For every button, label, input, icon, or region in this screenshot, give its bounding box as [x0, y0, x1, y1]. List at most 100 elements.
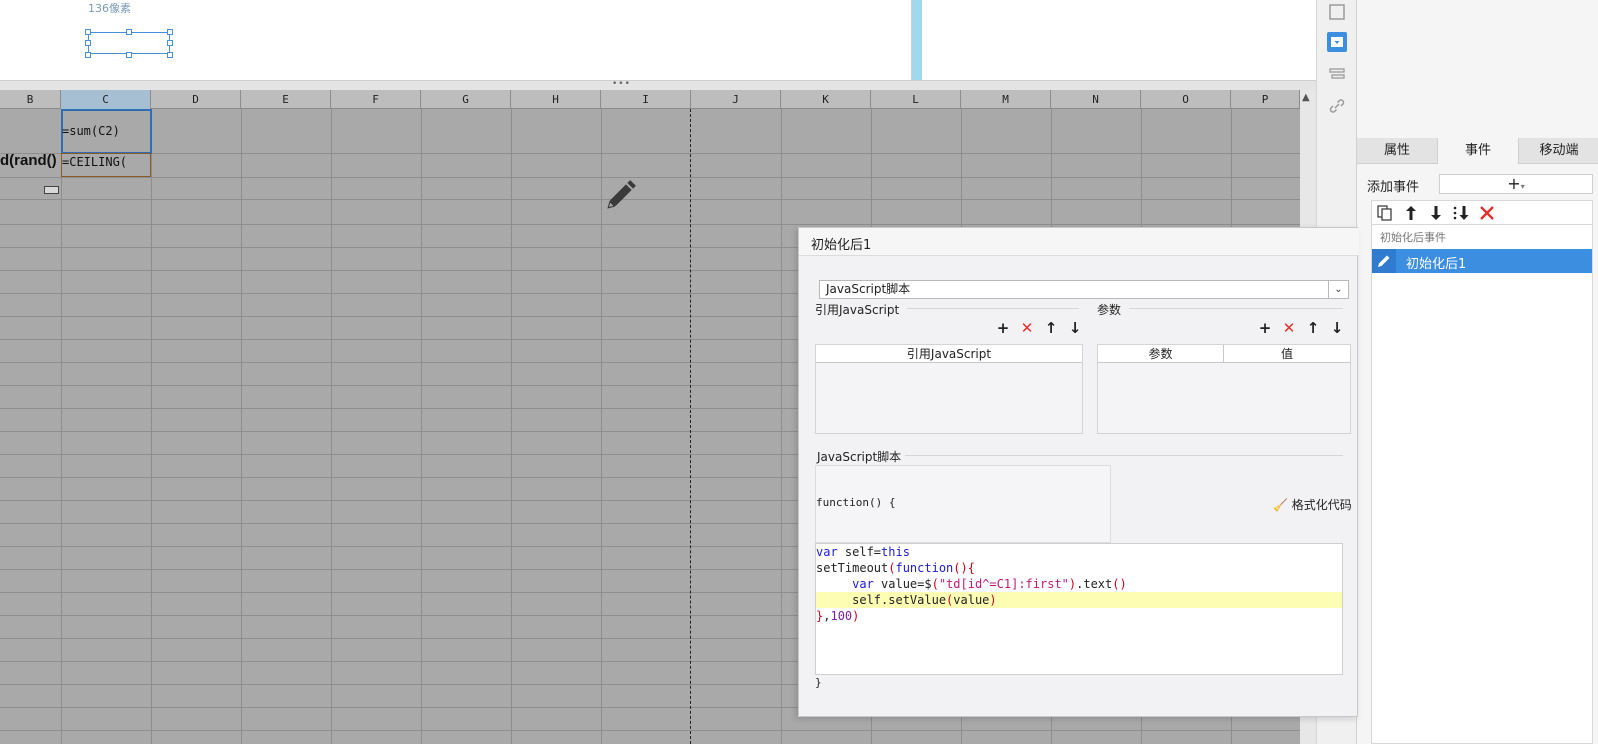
column-line: [601, 109, 602, 744]
dropdown-widget-icon[interactable]: [1327, 32, 1347, 52]
column-header-m[interactable]: M: [961, 90, 1051, 109]
grip-icon: •••: [612, 79, 631, 89]
code-token: ): [989, 593, 997, 607]
move-up-icon[interactable]: [1402, 204, 1420, 222]
divider: [907, 308, 1079, 309]
move-up-icon[interactable]: ↑: [1043, 320, 1059, 336]
row-line: [0, 199, 1300, 200]
cell-c2[interactable]: =CEILING(: [62, 155, 127, 169]
page-break-line: [690, 109, 691, 744]
param-value-header[interactable]: 值: [1224, 345, 1350, 363]
chevron-down-icon[interactable]: ⌄: [1328, 281, 1348, 298]
resize-handle[interactable]: [85, 29, 91, 35]
delete-icon[interactable]: ✕: [1019, 320, 1035, 336]
code-token: (: [946, 593, 954, 607]
event-toolbar: [1371, 200, 1593, 224]
properties-panel: 属性 事件 移动端 添加事件 +▾ 初始化后事件 初始化后1: [1356, 0, 1598, 744]
column-header-i[interactable]: I: [601, 90, 691, 109]
delete-icon[interactable]: ✕: [1281, 320, 1297, 336]
move-down-icon[interactable]: [1427, 204, 1445, 222]
delete-icon[interactable]: [1478, 204, 1496, 222]
column-header-g[interactable]: G: [421, 90, 511, 109]
script-type-value: JavaScript脚本: [826, 282, 911, 296]
edit-icon[interactable]: [1372, 249, 1396, 273]
widget-icon[interactable]: [44, 186, 59, 194]
resize-handle[interactable]: [126, 29, 132, 35]
column-header-o[interactable]: O: [1141, 90, 1231, 109]
canvas-edge-marker: [912, 0, 922, 80]
script-type-select[interactable]: JavaScript脚本 ⌄: [819, 280, 1349, 299]
chevron-down-icon: ▾: [1520, 182, 1525, 191]
copy-icon[interactable]: [1376, 204, 1394, 222]
move-up-icon[interactable]: ↑: [1305, 320, 1321, 336]
resize-handle[interactable]: [85, 40, 91, 46]
function-close: }: [815, 676, 822, 689]
column-header-k[interactable]: K: [781, 90, 871, 109]
resize-handle[interactable]: [126, 52, 132, 58]
param-name-header[interactable]: 参数: [1098, 345, 1224, 363]
param-table[interactable]: 参数 值: [1097, 344, 1351, 434]
dialog-title-bar[interactable]: 初始化后1: [799, 228, 1359, 256]
resize-handle[interactable]: [167, 52, 173, 58]
function-header-area: function() {: [815, 465, 1111, 543]
format-code-button[interactable]: 🧹 格式化代码: [1273, 496, 1352, 513]
link-icon[interactable]: [1327, 96, 1347, 116]
tab-properties[interactable]: 属性: [1357, 138, 1437, 164]
code-token: (): [1112, 577, 1127, 591]
column-header-c[interactable]: C: [61, 90, 151, 109]
move-bottom-icon[interactable]: [1452, 204, 1470, 222]
column-header-h[interactable]: H: [511, 90, 601, 109]
column-header-n[interactable]: N: [1051, 90, 1141, 109]
add-icon[interactable]: +: [1257, 320, 1273, 336]
pane-splitter[interactable]: •••: [0, 79, 1316, 90]
column-header-e[interactable]: E: [241, 90, 331, 109]
column-header-l[interactable]: L: [871, 90, 961, 109]
tab-events[interactable]: 事件: [1437, 138, 1519, 164]
row-line: [0, 730, 1300, 731]
selected-widget[interactable]: [88, 32, 170, 54]
param-section-label: 参数: [1097, 303, 1122, 317]
broom-icon: 🧹: [1273, 498, 1288, 512]
resize-handle[interactable]: [167, 40, 173, 46]
move-down-icon[interactable]: ↓: [1067, 320, 1083, 336]
ref-js-header[interactable]: 引用JavaScript: [816, 345, 1082, 363]
event-list: 初始化后事件 初始化后1: [1371, 224, 1593, 744]
scroll-up-icon[interactable]: ▲: [1302, 92, 1310, 103]
add-icon[interactable]: +: [995, 320, 1011, 336]
move-down-icon[interactable]: ↓: [1329, 320, 1345, 336]
column-header-j[interactable]: J: [691, 90, 781, 109]
column-header-b[interactable]: B: [0, 90, 61, 109]
row-line: [0, 177, 1300, 178]
plus-icon: +: [1507, 174, 1521, 193]
canvas-preview: 136像素: [0, 0, 912, 80]
format-code-label: 格式化代码: [1291, 498, 1352, 512]
code-editor[interactable]: var self=this setTimeout(function(){ var…: [815, 543, 1343, 675]
code-token: this: [881, 545, 910, 559]
column-line: [151, 109, 152, 744]
panel-tabs: 属性 事件 移动端: [1357, 138, 1598, 164]
cell-b2[interactable]: d(rand(): [0, 152, 57, 169]
column-header-f[interactable]: F: [331, 90, 421, 109]
script-section-label: JavaScript脚本: [817, 450, 902, 464]
column-header-d[interactable]: D: [151, 90, 241, 109]
width-label: 136像素: [88, 2, 131, 15]
column-line: [61, 109, 62, 744]
resize-handle[interactable]: [167, 29, 173, 35]
frame-tool-icon[interactable]: [1327, 2, 1347, 22]
event-item-selected[interactable]: 初始化后1: [1372, 249, 1592, 273]
pencil-icon[interactable]: [604, 178, 638, 212]
cell-c1[interactable]: =sum(C2): [62, 124, 120, 138]
ref-js-table[interactable]: 引用JavaScript: [815, 344, 1083, 434]
event-editor-dialog: 初始化后1 JavaScript脚本 ⌄ 引用JavaScript 参数 + ✕…: [798, 227, 1359, 717]
column-line: [421, 109, 422, 744]
add-event-button[interactable]: +▾: [1439, 174, 1593, 194]
column-header-row: B C D E F G H I J K L M N O P: [0, 90, 1300, 109]
column-line: [331, 109, 332, 744]
column-header-p[interactable]: P: [1231, 90, 1300, 109]
canvas-blank-area: [922, 0, 1316, 80]
tab-mobile[interactable]: 移动端: [1519, 138, 1598, 164]
ref-section-label: 引用JavaScript: [815, 303, 900, 317]
function-open: function() {: [816, 496, 896, 509]
resize-handle[interactable]: [85, 52, 91, 58]
list-settings-icon[interactable]: [1327, 64, 1347, 84]
